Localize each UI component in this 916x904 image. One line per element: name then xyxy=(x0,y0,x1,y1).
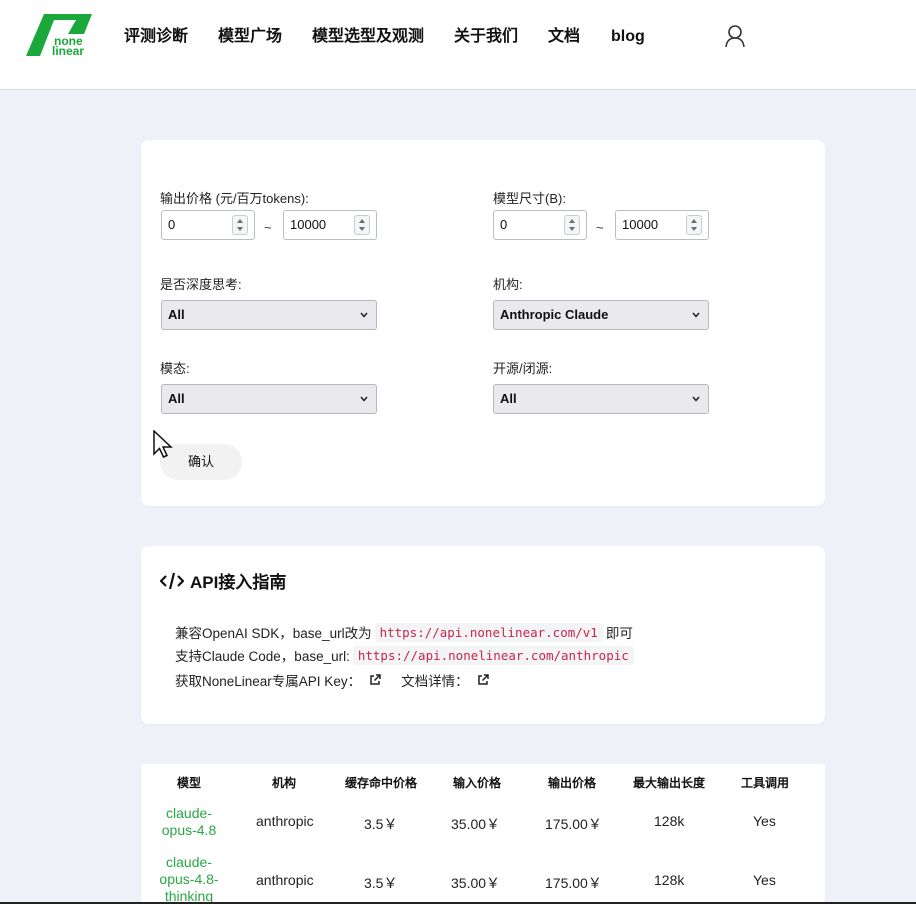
mouse-cursor-icon xyxy=(153,430,173,458)
table-cell-input: 35.00￥ xyxy=(451,875,501,891)
col-header-model: 模型 xyxy=(177,776,202,790)
model-size-label: 模型尺寸(B): xyxy=(493,191,566,206)
model-size-min-value: 0 xyxy=(500,217,508,232)
table-cell-max-len: 128k xyxy=(654,872,685,888)
model-size-max-value: 10000 xyxy=(622,217,659,232)
org-value: Anthropic Claude xyxy=(500,307,609,322)
deep-thinking-select[interactable]: All xyxy=(161,300,377,330)
nav-item-evaluation[interactable]: 评测诊断 xyxy=(124,26,188,48)
spinner-icon[interactable] xyxy=(354,215,370,235)
col-header-max-output: 最大输出长度 xyxy=(633,776,706,790)
api-openai-text: 兼容OpenAI SDK，base_url改为 xyxy=(175,626,372,641)
chevron-down-icon xyxy=(692,396,700,402)
api-openai-line: 兼容OpenAI SDK，base_url改为 https://api.none… xyxy=(175,622,633,642)
user-icon[interactable] xyxy=(724,24,746,48)
api-guide-card: API接入指南 兼容OpenAI SDK，base_url改为 https://… xyxy=(141,546,825,724)
table-cell-org: anthropic xyxy=(256,813,314,829)
table-cell-tools: Yes xyxy=(753,813,776,829)
col-header-org: 机构 xyxy=(272,776,297,790)
nav-item-model-plaza[interactable]: 模型广场 xyxy=(218,26,282,48)
nav-item-docs[interactable]: 文档 xyxy=(548,26,580,48)
spinner-icon[interactable] xyxy=(686,215,702,235)
model-table: 模型 机构 缓存命中价格 输入价格 输出价格 最大输出长度 工具调用 claud… xyxy=(141,764,825,904)
range-tilde: ~ xyxy=(264,220,272,235)
open-source-label: 开源/闭源: xyxy=(493,361,553,376)
deep-thinking-label: 是否深度思考: xyxy=(160,277,242,292)
table-cell-output: 175.00￥ xyxy=(545,816,602,832)
modality-select[interactable]: All xyxy=(161,384,377,414)
output-price-min-value: 0 xyxy=(168,217,176,232)
api-key-line: 获取NoneLinear专属API Key： 文档详情： xyxy=(175,670,509,690)
code-icon xyxy=(160,572,184,589)
top-header: none linear 评测诊断 模型广场 模型选型及观测 关于我们 文档 bl… xyxy=(0,0,916,90)
api-claude-line: 支持Claude Code，base_url: https://api.none… xyxy=(175,645,637,665)
api-claude-text: 支持Claude Code，base_url: xyxy=(175,649,350,664)
col-header-output-price: 输出价格 xyxy=(548,776,597,790)
api-key-text: 获取NoneLinear专属API Key： xyxy=(175,674,362,689)
col-header-input-price: 输入价格 xyxy=(453,776,502,790)
deep-thinking-value: All xyxy=(168,307,185,322)
spinner-icon[interactable] xyxy=(564,215,580,235)
col-header-tool-call: 工具调用 xyxy=(741,776,790,790)
table-cell-cache: 3.5￥ xyxy=(364,816,398,832)
output-price-min-input[interactable]: 0 xyxy=(161,210,255,240)
logo-text-bottom: linear xyxy=(52,44,85,58)
api-openai-suffix: 即可 xyxy=(605,626,633,641)
external-link-icon[interactable] xyxy=(477,674,489,686)
output-price-max-value: 10000 xyxy=(290,217,327,232)
table-cell-tools: Yes xyxy=(753,872,776,888)
org-label: 机构: xyxy=(493,277,523,292)
nav-item-about[interactable]: 关于我们 xyxy=(454,26,518,48)
modality-value: All xyxy=(168,391,185,406)
range-tilde: ~ xyxy=(596,220,604,235)
table-cell-model[interactable]: claude-opus-4.8-thinking xyxy=(154,854,224,904)
col-header-cache-price: 缓存命中价格 xyxy=(345,776,418,790)
spinner-icon[interactable] xyxy=(232,215,248,235)
table-cell-input: 35.00￥ xyxy=(451,816,501,832)
table-cell-cache: 3.5￥ xyxy=(364,875,398,891)
model-size-min-input[interactable]: 0 xyxy=(493,210,587,240)
filter-card: 输出价格 (元/百万tokens): 0 ~ 10000 模型尺寸(B): 0 … xyxy=(141,140,825,506)
api-openai-url: https://api.nonelinear.com/v1 xyxy=(374,622,603,642)
api-claude-url: https://api.nonelinear.com/anthropic xyxy=(352,645,634,665)
output-price-label: 输出价格 (元/百万tokens): xyxy=(160,191,309,206)
chevron-down-icon xyxy=(692,312,700,318)
external-link-icon[interactable] xyxy=(369,674,381,686)
table-cell-org: anthropic xyxy=(256,872,314,888)
modality-label: 模态: xyxy=(160,361,190,376)
table-cell-model[interactable]: claude-opus-4.8 xyxy=(154,805,224,839)
chevron-down-icon xyxy=(360,312,368,318)
nav-item-blog[interactable]: blog xyxy=(611,26,645,48)
model-size-max-input[interactable]: 10000 xyxy=(615,210,709,240)
org-select[interactable]: Anthropic Claude xyxy=(493,300,709,330)
nonelinear-logo[interactable]: none linear xyxy=(24,12,96,58)
chevron-down-icon xyxy=(360,396,368,402)
api-guide-heading: API接入指南 xyxy=(160,568,286,593)
api-docs-text: 文档详情： xyxy=(401,674,469,689)
table-cell-output: 175.00￥ xyxy=(545,875,602,891)
nav-item-model-selection[interactable]: 模型选型及观测 xyxy=(312,26,424,48)
api-guide-title: API接入指南 xyxy=(190,573,287,592)
open-source-value: All xyxy=(500,391,517,406)
open-source-select[interactable]: All xyxy=(493,384,709,414)
table-cell-max-len: 128k xyxy=(654,813,685,829)
output-price-max-input[interactable]: 10000 xyxy=(283,210,377,240)
